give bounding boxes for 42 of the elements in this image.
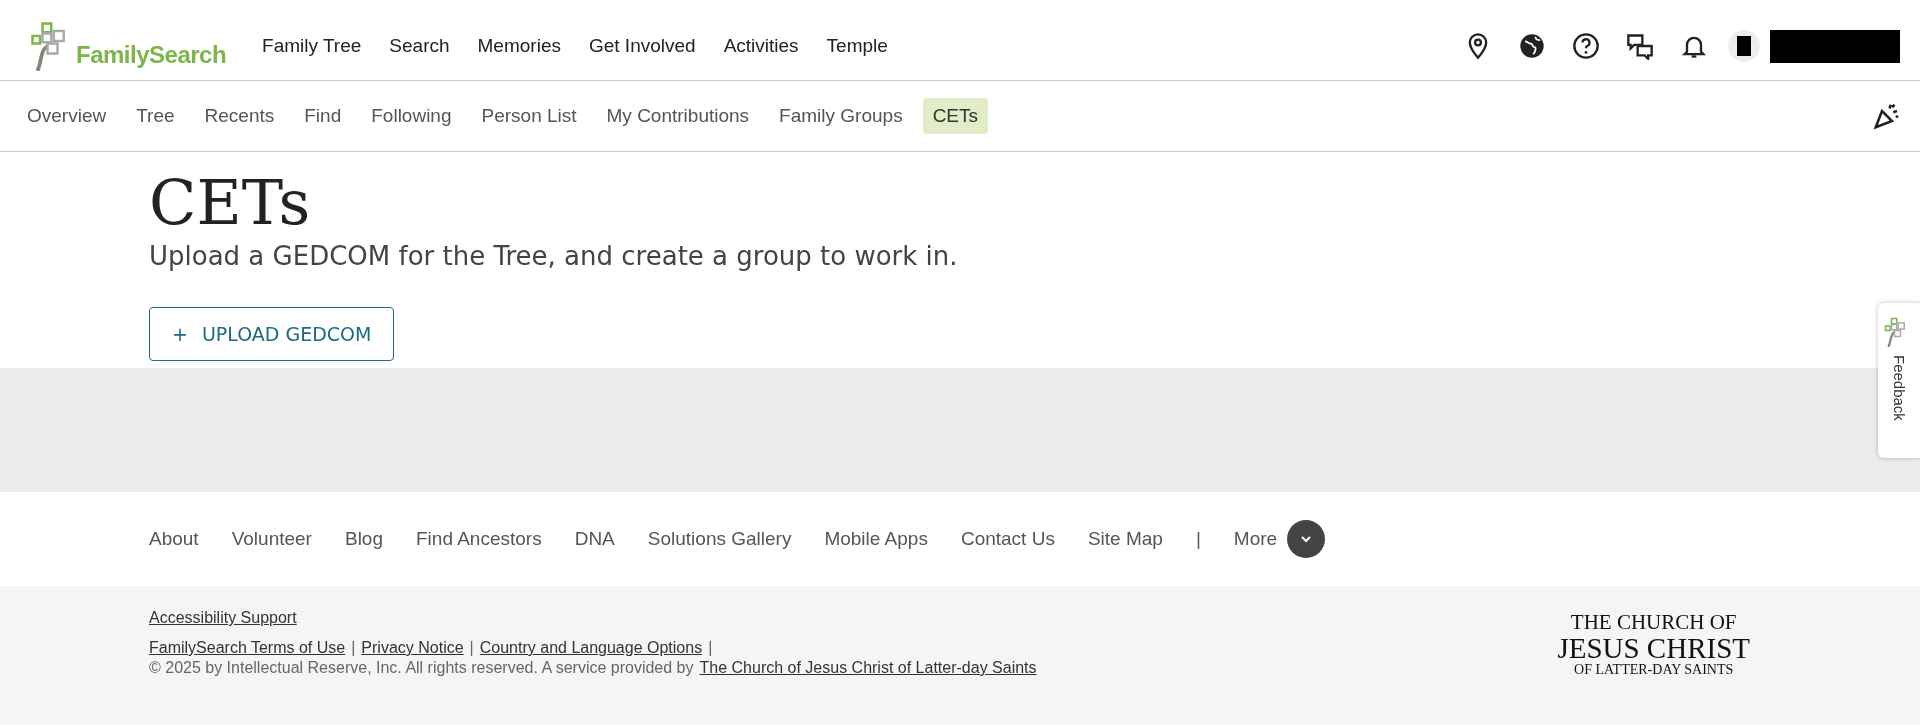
separator: |: [1195, 528, 1201, 550]
nav-link[interactable]: Search: [389, 35, 450, 57]
sub-nav-tab[interactable]: Person List: [471, 98, 587, 134]
sub-nav-tab[interactable]: Find: [294, 98, 352, 134]
page-subtitle: Upload a GEDCOM for the Tree, and create a group to work in.: [149, 241, 959, 272]
copyright-text: © 2025 by Intellectual Reserve, Inc. All rights reserved. A service provided by: [149, 659, 694, 677]
sub-nav-tab[interactable]: Tree: [126, 98, 185, 134]
footer-link[interactable]: Contact Us: [960, 528, 1055, 550]
footer-link[interactable]: Blog: [344, 528, 383, 550]
nav-link[interactable]: Activities: [723, 35, 799, 57]
legal-link[interactable]: FamilySearch Terms of Use: [149, 639, 346, 657]
footer-link[interactable]: Mobile Apps: [824, 528, 928, 550]
sub-nav-tab[interactable]: Following: [361, 98, 462, 134]
feedback-tab[interactable]: Feedback: [1878, 303, 1920, 458]
nav-link[interactable]: Memories: [477, 35, 561, 57]
church-logo[interactable]: THE CHURCH OF JESUS CHRIST OF LATTER-DAY SAINTS: [1557, 611, 1750, 725]
footer-link[interactable]: Site Map: [1087, 528, 1163, 550]
accessibility-link[interactable]: Accessibility Support: [149, 609, 1037, 627]
legal-link[interactable]: Country and Language Options: [479, 639, 703, 657]
avatar[interactable]: [1728, 30, 1760, 62]
upload-gedcom-button[interactable]: + UPLOAD GEDCOM: [149, 307, 395, 362]
sub-nav-tab[interactable]: Recents: [194, 98, 285, 134]
page-title: CETs: [149, 170, 312, 236]
party-popper-icon[interactable]: [1872, 101, 1902, 131]
separator: |: [469, 639, 474, 657]
footer-link[interactable]: Solutions Gallery: [647, 528, 792, 550]
footer-link[interactable]: About: [149, 528, 199, 550]
nav-link[interactable]: Family Tree: [262, 35, 362, 57]
legal-link[interactable]: Privacy Notice: [361, 639, 464, 657]
church-link[interactable]: The Church of Jesus Christ of Latter-day Saints: [699, 659, 1037, 677]
nav-link[interactable]: Get Involved: [588, 35, 696, 57]
more-button[interactable]: More: [1233, 520, 1326, 558]
footer-link[interactable]: Volunteer: [231, 528, 312, 550]
footer-link[interactable]: Find Ancestors: [416, 528, 542, 550]
footer-link[interactable]: DNA: [574, 528, 615, 550]
sub-nav-tab[interactable]: Family Groups: [769, 98, 913, 134]
separator: |: [708, 639, 713, 657]
nav-link[interactable]: Temple: [826, 35, 888, 57]
sub-nav-tab[interactable]: Overview: [17, 98, 117, 134]
separator: |: [351, 639, 356, 657]
sub-nav-tab[interactable]: My Contributions: [596, 98, 760, 134]
sub-nav-tab[interactable]: CETs: [922, 98, 989, 134]
